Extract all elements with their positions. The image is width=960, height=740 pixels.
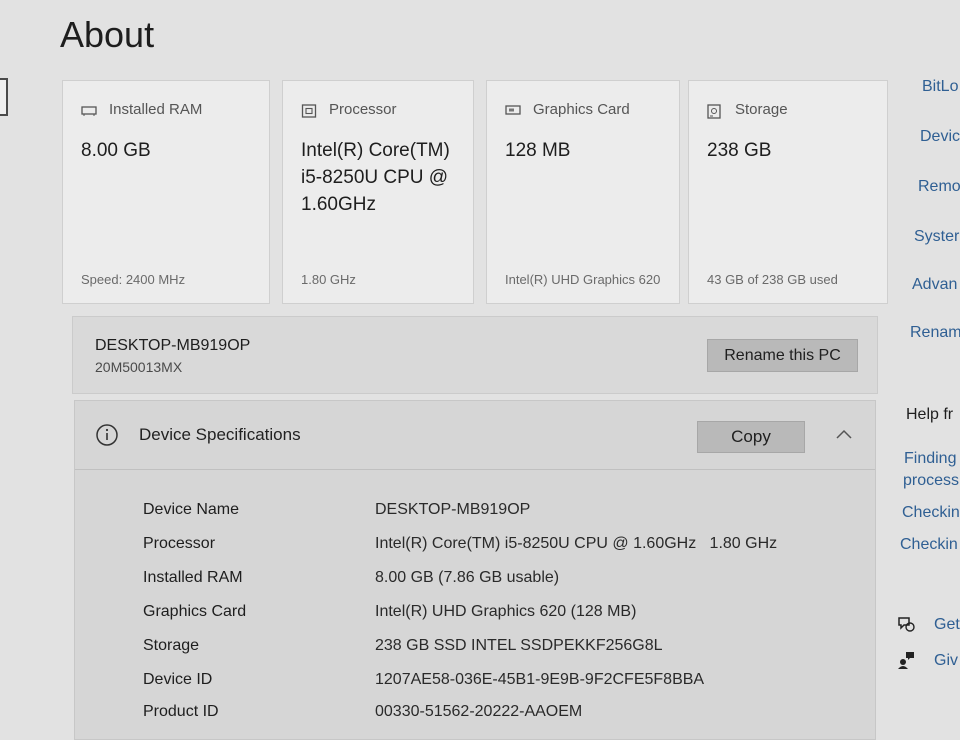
storage-card-sub: 43 GB of 238 GB used xyxy=(707,272,838,287)
spec-value: 00330-51562-20222-AAOEM xyxy=(375,703,583,720)
nav-selection-indicator[interactable] xyxy=(0,78,8,116)
copy-button[interactable]: Copy xyxy=(697,421,805,453)
spec-key: Installed RAM xyxy=(143,569,243,586)
related-link-system-protection[interactable]: Syster xyxy=(914,228,959,246)
pc-model: 20M50013MX xyxy=(95,359,183,375)
spec-value: 238 GB SSD INTEL SSDPEKKF256G8L xyxy=(375,637,663,654)
give-feedback-link[interactable]: Giv xyxy=(934,652,958,670)
help-heading: Help fr xyxy=(906,406,954,423)
spec-row-product-id: Product ID 00330-51562-20222-AAOEM xyxy=(143,703,863,727)
processor-icon xyxy=(301,103,317,118)
processor-card: Processor Intel(R) Core(TM) i5-8250U CPU… xyxy=(282,80,474,304)
storage-icon xyxy=(707,103,723,119)
page-title: About xyxy=(60,14,155,55)
pc-name-panel: DESKTOP-MB919OP 20M50013MX Rename this P… xyxy=(72,316,878,394)
spec-value: 8.00 GB (7.86 GB usable) xyxy=(375,569,560,586)
rename-pc-button[interactable]: Rename this PC xyxy=(707,339,858,372)
get-help-icon[interactable] xyxy=(896,614,916,634)
spec-row-graphics-card: Graphics Card Intel(R) UHD Graphics 620 … xyxy=(143,603,863,627)
related-link-device-manager[interactable]: Devic xyxy=(920,128,960,146)
help-link-finding[interactable]: Finding xyxy=(904,450,956,468)
related-link-bitlocker[interactable]: BitLo xyxy=(922,78,958,96)
storage-card-value: 238 GB xyxy=(707,140,772,161)
help-link-checking-2[interactable]: Checkin xyxy=(900,536,958,554)
processor-card-label: Processor xyxy=(329,101,397,118)
storage-card-label: Storage xyxy=(735,101,788,118)
storage-card: Storage 238 GB 43 GB of 238 GB used xyxy=(688,80,888,304)
spec-value: DESKTOP-MB919OP xyxy=(375,501,531,518)
help-link-checking-1[interactable]: Checkin xyxy=(902,504,960,522)
spec-row-device-name: Device Name DESKTOP-MB919OP xyxy=(143,501,863,525)
spec-row-storage: Storage 238 GB SSD INTEL SSDPEKKF256G8L xyxy=(143,637,863,661)
get-help-link[interactable]: Get xyxy=(934,616,960,634)
ram-icon xyxy=(81,104,97,116)
processor-card-sub: 1.80 GHz xyxy=(301,272,356,287)
spec-key: Graphics Card xyxy=(143,603,247,620)
graphics-card-label: Graphics Card xyxy=(533,101,630,118)
ram-card-label: Installed RAM xyxy=(109,101,203,118)
ram-card-value: 8.00 GB xyxy=(81,140,151,161)
spec-key: Processor xyxy=(143,535,216,552)
device-specifications-panel: Device Specifications Copy Device Name D… xyxy=(74,400,876,740)
related-link-advanced-system-settings[interactable]: Advan xyxy=(912,276,957,294)
spec-key: Device Name xyxy=(143,501,240,518)
ram-card: Installed RAM 8.00 GB Speed: 2400 MHz xyxy=(62,80,270,304)
info-icon xyxy=(95,423,119,447)
related-link-remote-desktop[interactable]: Remo xyxy=(918,178,960,196)
spec-value: 1207AE58-036E-45B1-9E9B-9F2CFE5F8BBA xyxy=(375,671,705,688)
graphics-card-card: Graphics Card 128 MB Intel(R) UHD Graphi… xyxy=(486,80,680,304)
spec-value: Intel(R) Core(TM) i5-8250U CPU @ 1.60GHz… xyxy=(375,535,778,552)
spec-row-device-id: Device ID 1207AE58-036E-45B1-9E9B-9F2CFE… xyxy=(143,671,863,695)
spec-value: Intel(R) UHD Graphics 620 (128 MB) xyxy=(375,603,637,620)
device-specifications-title: Device Specifications xyxy=(139,425,301,444)
graphics-card-value: 128 MB xyxy=(505,140,571,161)
ram-card-sub: Speed: 2400 MHz xyxy=(81,272,186,287)
spec-key: Product ID xyxy=(143,703,219,720)
device-specifications-header[interactable]: Device Specifications Copy xyxy=(75,401,875,470)
chevron-up-icon[interactable] xyxy=(835,427,853,439)
related-link-rename-pc[interactable]: Renam xyxy=(910,324,960,342)
pc-name: DESKTOP-MB919OP xyxy=(95,337,251,354)
spec-key: Device ID xyxy=(143,671,213,688)
graphics-card-sub: Intel(R) UHD Graphics 620 xyxy=(505,272,661,287)
give-feedback-icon[interactable] xyxy=(896,650,916,670)
processor-card-value: Intel(R) Core(TM) i5-8250U CPU @ 1.60GHz xyxy=(301,140,450,215)
help-link-process[interactable]: process xyxy=(903,472,959,490)
spec-key: Storage xyxy=(143,637,200,654)
graphics-card-icon xyxy=(505,104,521,116)
spec-row-processor: Processor Intel(R) Core(TM) i5-8250U CPU… xyxy=(143,535,863,559)
spec-row-installed-ram: Installed RAM 8.00 GB (7.86 GB usable) xyxy=(143,569,863,593)
